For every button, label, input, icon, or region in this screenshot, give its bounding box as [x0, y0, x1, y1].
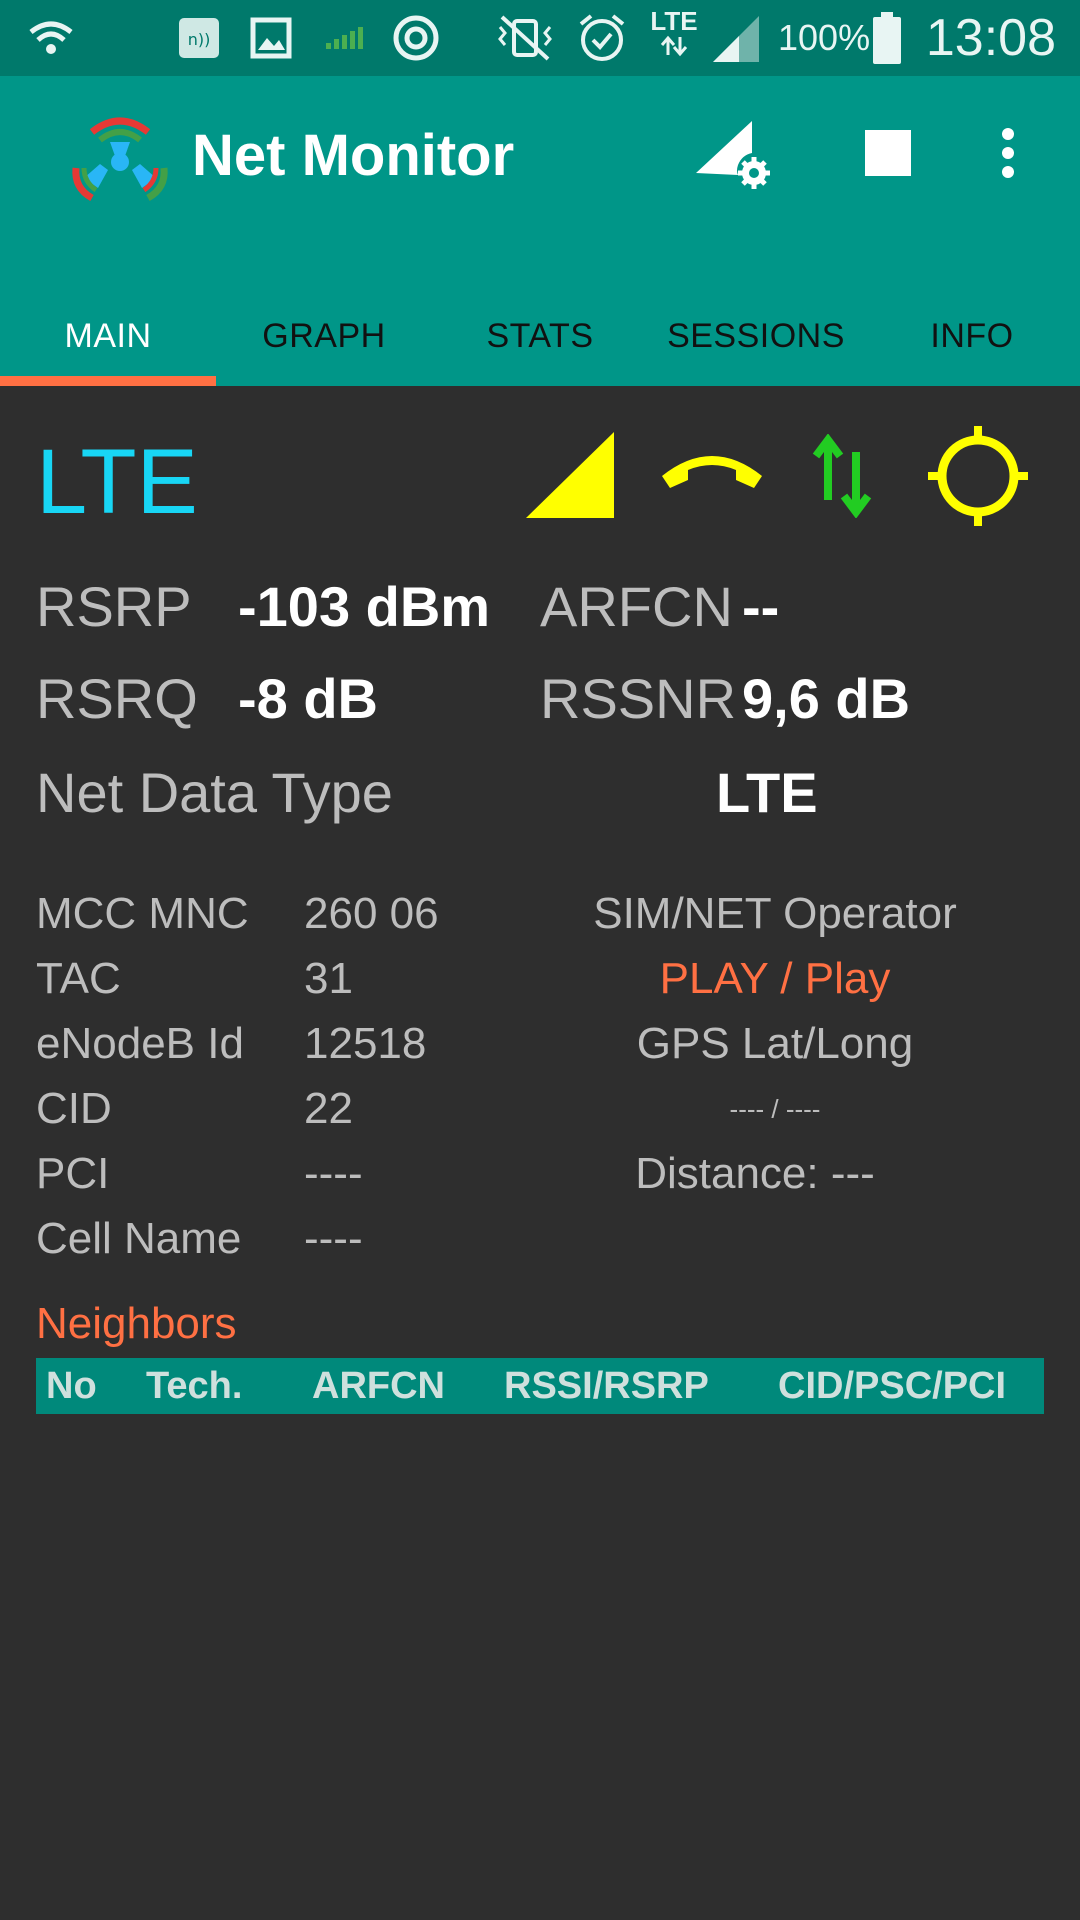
arfcn-value: --	[742, 575, 780, 638]
nfc-icon: n))	[174, 10, 224, 66]
gps-value: ---- / ----	[729, 1094, 821, 1124]
tab-sessions[interactable]: SESSIONS	[648, 286, 864, 386]
lte-indicator: LTE	[646, 4, 702, 60]
net-monitor-status-icon	[322, 10, 366, 66]
stop-button[interactable]	[858, 108, 918, 198]
arfcn-label: ARFCN	[540, 575, 733, 638]
battery-percent: 100%	[778, 17, 871, 58]
signal-settings-icon	[696, 121, 770, 189]
tab-graph[interactable]: GRAPH	[216, 286, 432, 386]
app-title: Net Monitor	[192, 123, 515, 188]
column-no: No	[46, 1365, 97, 1407]
mcc-mnc-label: MCC MNC	[36, 889, 249, 938]
cell-name-value: ----	[304, 1214, 363, 1263]
tab-main[interactable]: MAIN	[0, 286, 216, 386]
enodeb-id-value: 12518	[304, 1019, 427, 1068]
overflow-menu-button[interactable]	[986, 108, 1030, 198]
enodeb-id-label: eNodeB Id	[36, 1019, 244, 1068]
operator-value: PLAY / Play	[659, 954, 891, 1003]
data-transfer-arrows-icon	[812, 434, 872, 518]
pci-value: ----	[304, 1149, 363, 1198]
clock: 13:08	[925, 9, 1056, 67]
more-vert-icon	[1002, 128, 1014, 178]
mcc-mnc-value: 260 06	[304, 889, 439, 938]
rsrq-value: -8 dB	[238, 667, 378, 730]
gps-label: GPS Lat/Long	[636, 1019, 914, 1068]
rsrp-label: RSRP	[36, 575, 192, 638]
tac-label: TAC	[36, 954, 121, 1003]
gps-crosshair-icon	[928, 426, 1028, 526]
alarm-icon	[574, 10, 630, 66]
tab-info[interactable]: INFO	[864, 286, 1080, 386]
technology-label: LTE	[36, 431, 198, 533]
net-data-type-value: LTE	[716, 761, 818, 824]
tab-bar: MAIN GRAPH STATS SESSIONS INFO	[0, 286, 1080, 386]
neighbors-title: Neighbors	[36, 1299, 237, 1348]
lte-label: LTE	[650, 6, 698, 36]
status-bar: n)) LTE 100% 13:08	[0, 0, 1080, 76]
sync-icon	[388, 10, 444, 66]
wifi-calling-icon	[26, 10, 76, 66]
cid-label: CID	[36, 1084, 112, 1133]
phone-handset-icon	[662, 456, 762, 488]
rsrp-value: -103 dBm	[238, 575, 491, 638]
app-bar: Net Monitor MAIN GRAPH STATS SESSIONS IN…	[0, 76, 1080, 386]
signal-triangle-icon	[526, 432, 614, 518]
image-icon	[246, 10, 296, 66]
rssnr-label: RSSNR	[540, 667, 737, 730]
active-tab-indicator	[0, 376, 216, 386]
tac-value: 31	[304, 954, 353, 1003]
rsrq-label: RSRQ	[36, 667, 198, 730]
net-monitor-logo-icon	[70, 112, 170, 202]
operator-label: SIM/NET Operator	[593, 889, 957, 938]
data-arrows-icon	[660, 35, 688, 57]
column-arfcn: ARFCN	[312, 1365, 445, 1407]
net-data-type-label: Net Data Type	[36, 761, 393, 824]
tab-stats[interactable]: STATS	[432, 286, 648, 386]
column-cid-psc-pci: CID/PSC/PCI	[778, 1365, 1007, 1407]
svg-text:n)): n))	[188, 30, 211, 49]
column-rssi-rsrp: RSSI/RSRP	[504, 1365, 709, 1407]
rssnr-value: 9,6 dB	[742, 667, 911, 730]
vibrate-off-icon	[490, 10, 560, 66]
signal-settings-button[interactable]	[690, 108, 770, 198]
stop-icon	[865, 130, 911, 176]
cid-value: 22	[304, 1084, 353, 1133]
pci-label: PCI	[36, 1149, 110, 1198]
neighbors-table-header: No Tech. ARFCN RSSI/RSRP CID/PSC/PCI	[36, 1358, 1044, 1414]
column-tech: Tech.	[146, 1365, 243, 1407]
cell-name-label: Cell Name	[36, 1214, 242, 1263]
cell-signal-icon	[708, 10, 762, 66]
distance-value: Distance: ---	[635, 1149, 875, 1198]
battery-icon	[872, 10, 902, 66]
